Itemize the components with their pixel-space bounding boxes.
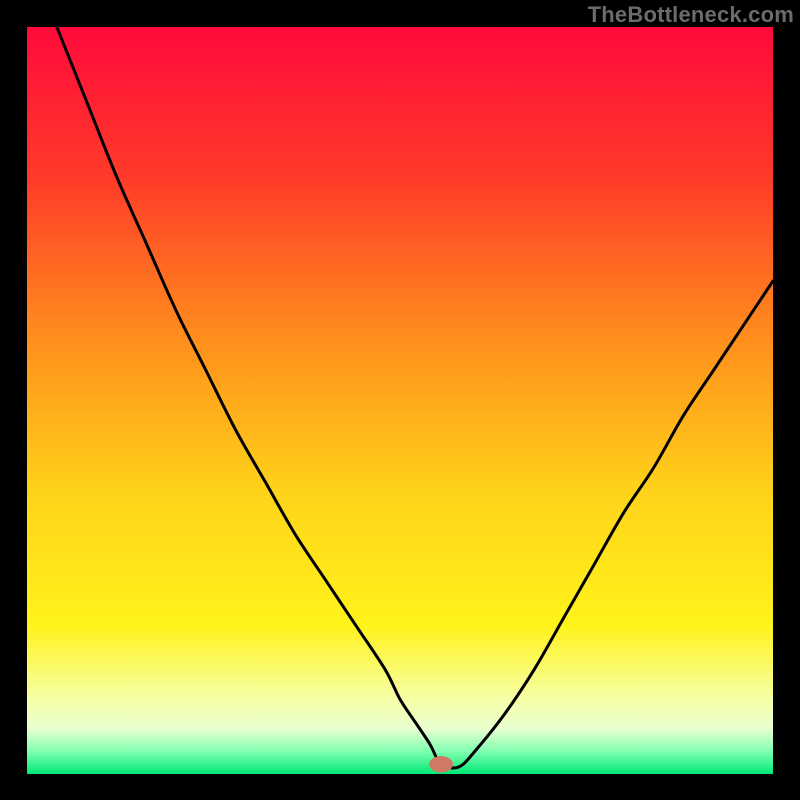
watermark-text: TheBottleneck.com bbox=[588, 2, 794, 28]
selected-point-marker bbox=[429, 756, 453, 772]
chart-background bbox=[27, 27, 773, 774]
bottleneck-chart bbox=[0, 0, 800, 800]
chart-container: TheBottleneck.com bbox=[0, 0, 800, 800]
